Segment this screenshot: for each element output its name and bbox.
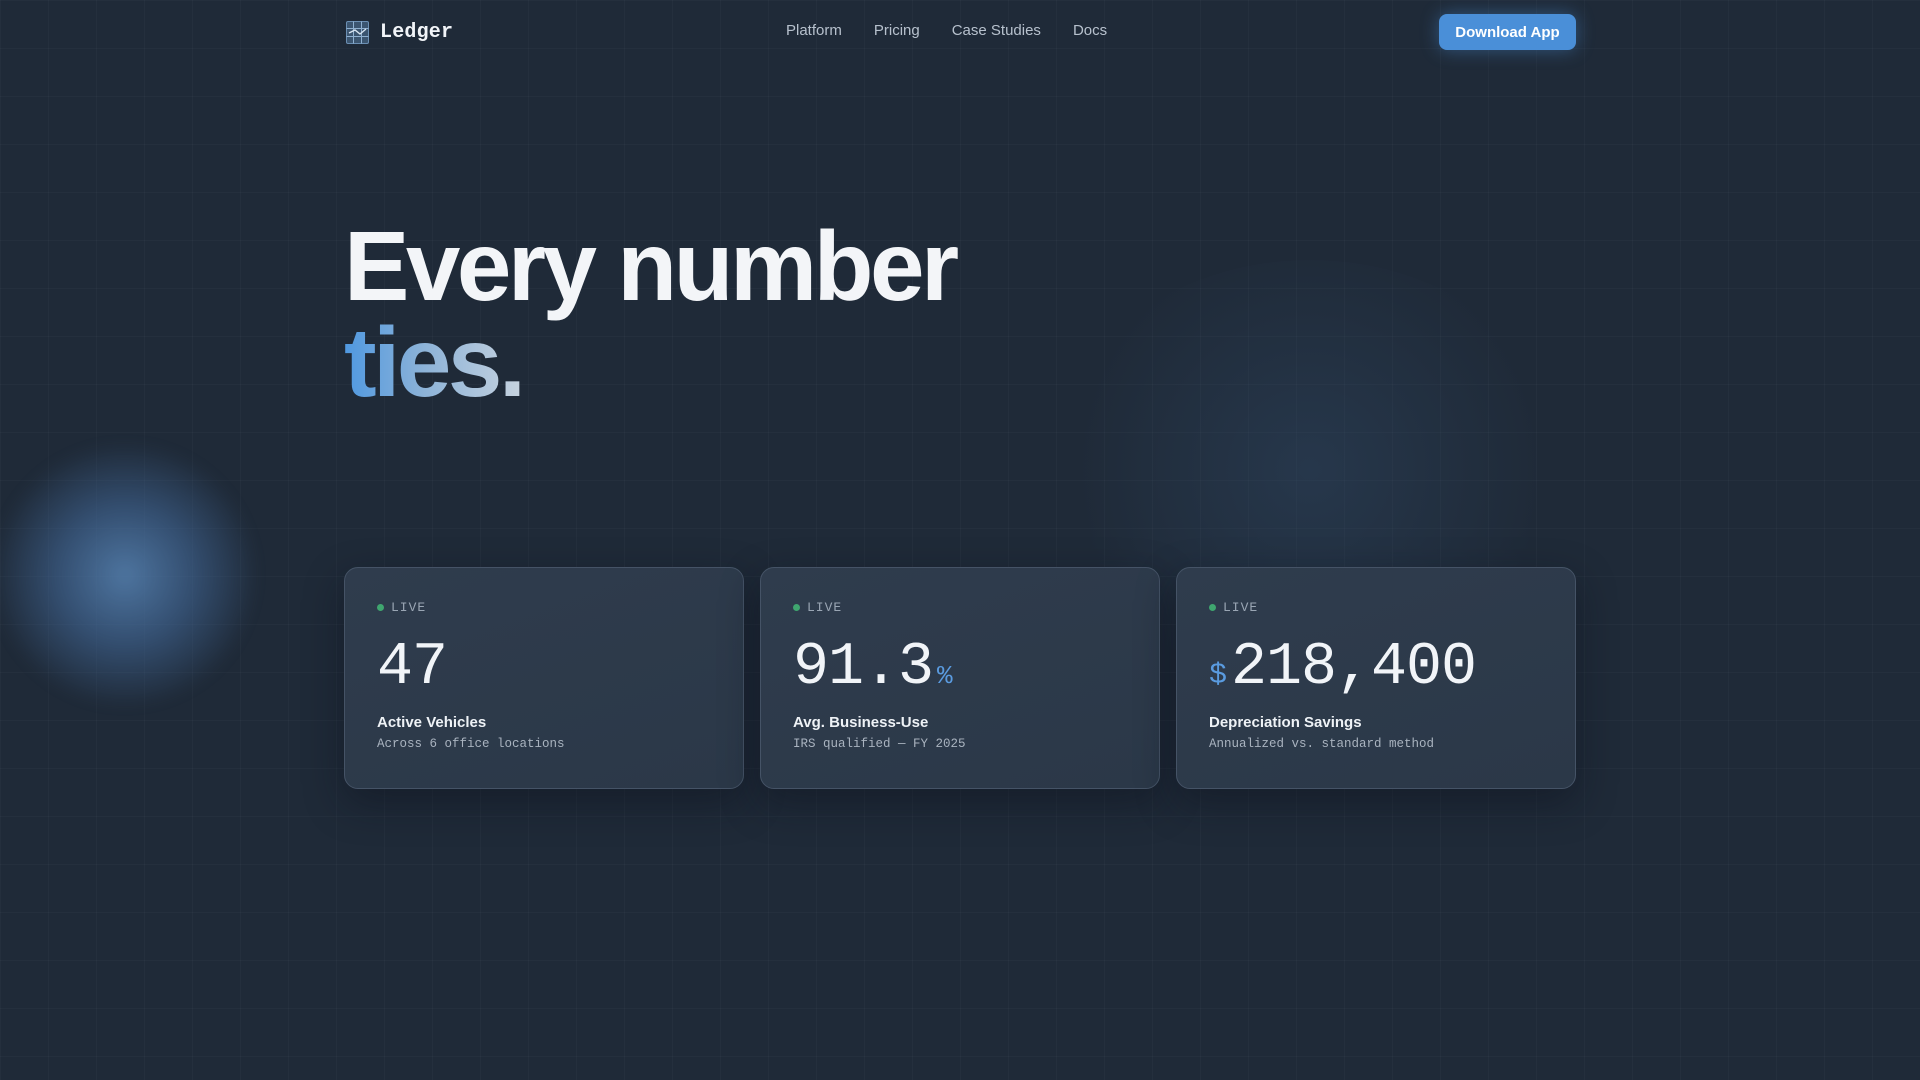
live-dot-icon bbox=[377, 603, 384, 611]
live-label: LIVE bbox=[391, 599, 427, 615]
metric: $ 218,400 bbox=[1209, 634, 1543, 702]
nav-link-pricing[interactable]: Pricing bbox=[874, 22, 920, 39]
stat-card-business-use: LIVE 91.3 % Avg. Business-Use IRS qualif… bbox=[760, 567, 1160, 789]
metric-prefix: $ bbox=[1209, 659, 1228, 693]
hero-title-accent: ties. bbox=[344, 307, 526, 417]
card-subtitle: Across 6 office locations bbox=[377, 737, 565, 751]
stats-cards: LIVE 47 Active Vehicles Across 6 office … bbox=[344, 567, 1576, 789]
ledger-grid-icon bbox=[346, 20, 369, 44]
live-dot-icon bbox=[1209, 603, 1216, 611]
live-badge: LIVE bbox=[793, 599, 1127, 615]
stat-card-depreciation-savings: LIVE $ 218,400 Depreciation Savings Annu… bbox=[1176, 567, 1576, 789]
card-title: Avg. Business-Use bbox=[793, 714, 929, 731]
metric-value: 91.3 bbox=[793, 634, 934, 702]
card-title: Depreciation Savings bbox=[1209, 714, 1362, 731]
nav-links: Platform Pricing Case Studies Docs bbox=[786, 22, 1107, 39]
page: Ledger Platform Pricing Case Studies Doc… bbox=[0, 0, 1920, 1080]
stat-card-active-vehicles: LIVE 47 Active Vehicles Across 6 office … bbox=[344, 567, 744, 789]
brand-logo[interactable]: Ledger bbox=[346, 18, 453, 46]
download-app-button[interactable]: Download App bbox=[1439, 14, 1576, 50]
hero-title-line1: Every number bbox=[344, 211, 959, 321]
hero-title-line2: ties. bbox=[344, 313, 956, 411]
live-badge: LIVE bbox=[1209, 599, 1543, 615]
metric: 47 bbox=[377, 634, 711, 702]
live-label: LIVE bbox=[1223, 599, 1259, 615]
live-label: LIVE bbox=[807, 599, 843, 615]
metric: 91.3 % bbox=[793, 634, 1127, 702]
metric-value: 47 bbox=[377, 634, 448, 702]
nav-link-case-studies[interactable]: Case Studies bbox=[952, 22, 1041, 39]
live-dot-icon bbox=[793, 603, 800, 611]
background-glow-left bbox=[0, 440, 260, 710]
top-nav: Ledger Platform Pricing Case Studies Doc… bbox=[0, 0, 1920, 64]
card-subtitle: IRS qualified — FY 2025 bbox=[793, 737, 966, 751]
live-badge: LIVE bbox=[377, 599, 711, 615]
hero: Every number ties. bbox=[344, 211, 959, 411]
nav-link-platform[interactable]: Platform bbox=[786, 22, 842, 39]
brand-name: Ledger bbox=[380, 20, 454, 44]
card-title: Active Vehicles bbox=[377, 714, 487, 731]
card-subtitle: Annualized vs. standard method bbox=[1209, 737, 1435, 751]
metric-suffix: % bbox=[937, 661, 953, 691]
metric-value: 218,400 bbox=[1231, 634, 1477, 702]
nav-link-docs[interactable]: Docs bbox=[1073, 22, 1107, 39]
